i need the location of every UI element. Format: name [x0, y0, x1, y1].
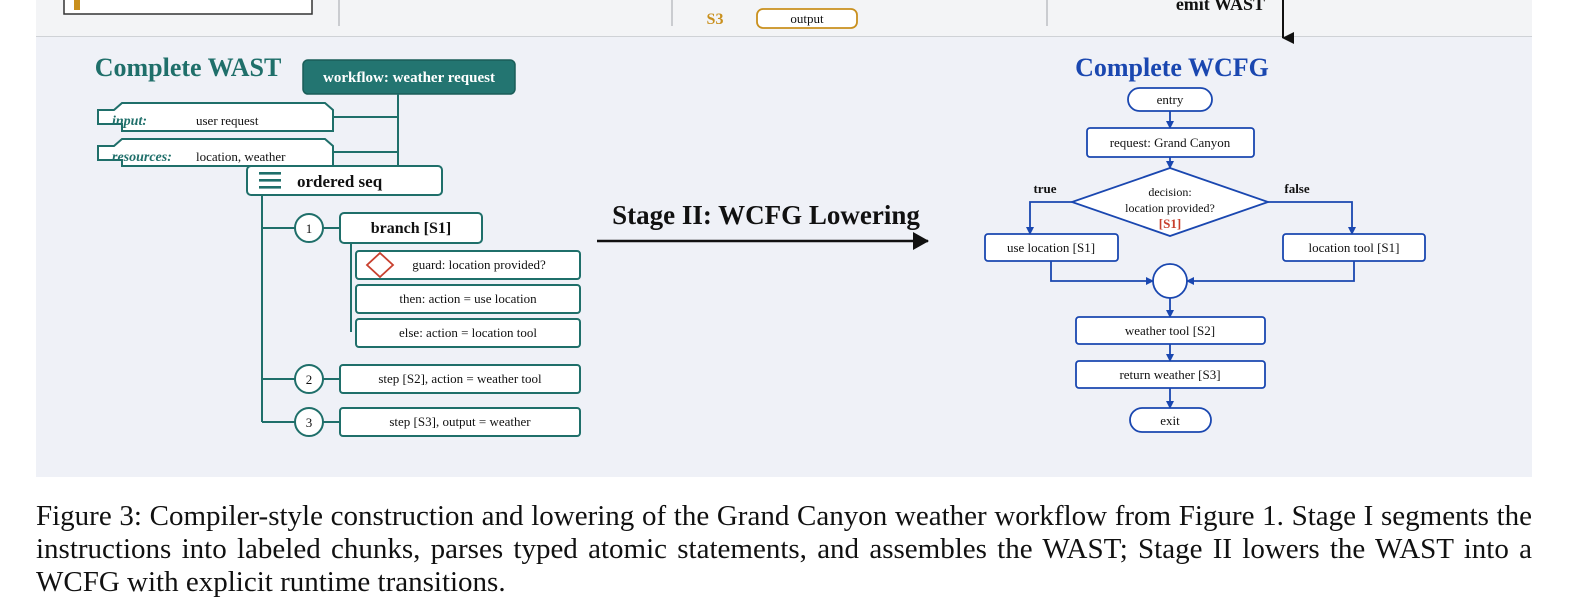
stage-label: Stage II: WCFG Lowering [612, 200, 920, 230]
input-key: input: [112, 114, 147, 129]
use-location-label: use location [S1] [1007, 240, 1095, 255]
cropped-box [63, 0, 313, 15]
else-label: else: action = location tool [399, 325, 537, 340]
resources-value: location, weather [196, 149, 286, 164]
input-value: user request [196, 113, 259, 128]
edge-use-location-merge [1050, 261, 1154, 285]
return-weather-label: return weather [S3] [1119, 367, 1220, 382]
diagram-canvas: S3 output emit WAST Complete WAST workfl… [63, 0, 1426, 437]
wast-tree: Complete WAST workflow: weather request … [95, 53, 581, 437]
decision-line2: location provided? [1125, 201, 1215, 215]
decision-line1: decision: [1148, 185, 1191, 199]
step3-label: step [S3], output = weather [389, 414, 531, 429]
true-label: true [1033, 181, 1056, 196]
weather-tool-label: weather tool [S2] [1125, 323, 1215, 338]
edge-false [1268, 201, 1356, 235]
step-number: 1 [306, 221, 313, 236]
output-chip-label: output [790, 11, 824, 26]
location-tool-label: location tool [S1] [1309, 240, 1400, 255]
edge-location-tool-merge [1186, 261, 1355, 285]
figure-caption: Figure 3: Compiler-style construction an… [36, 500, 1532, 598]
step-number: 3 [306, 415, 313, 430]
branch-label: branch [S1] [371, 220, 451, 237]
entry-label: entry [1157, 92, 1184, 107]
stage-arrow-group: Stage II: WCFG Lowering [597, 200, 929, 250]
merge-node [1152, 263, 1188, 299]
resources-key: resources: [112, 150, 172, 165]
guard-label: guard: location provided? [412, 257, 546, 272]
cropped-marker [74, 0, 80, 10]
wcfg-graph: Complete WCFG entry request: Grand Canyo… [984, 53, 1426, 433]
edge-true [1026, 201, 1072, 235]
step2-label: step [S2], action = weather tool [378, 371, 542, 386]
step-number: 2 [306, 372, 313, 387]
workflow-node-label: workflow: weather request [323, 70, 495, 86]
top-strip-content: S3 output emit WAST [63, 0, 1294, 44]
s3-label: S3 [707, 11, 724, 28]
decision-tag: [S1] [1159, 216, 1181, 231]
emit-wast-label: emit WAST [1176, 0, 1265, 14]
wcfg-title: Complete WCFG [1075, 53, 1269, 82]
exit-label: exit [1160, 413, 1180, 428]
wast-title: Complete WAST [95, 53, 282, 82]
ordered-seq-label: ordered seq [297, 172, 383, 191]
request-label: request: Grand Canyon [1110, 135, 1231, 150]
list-icon [259, 172, 281, 189]
then-label: then: action = use location [399, 291, 537, 306]
false-label: false [1284, 181, 1310, 196]
